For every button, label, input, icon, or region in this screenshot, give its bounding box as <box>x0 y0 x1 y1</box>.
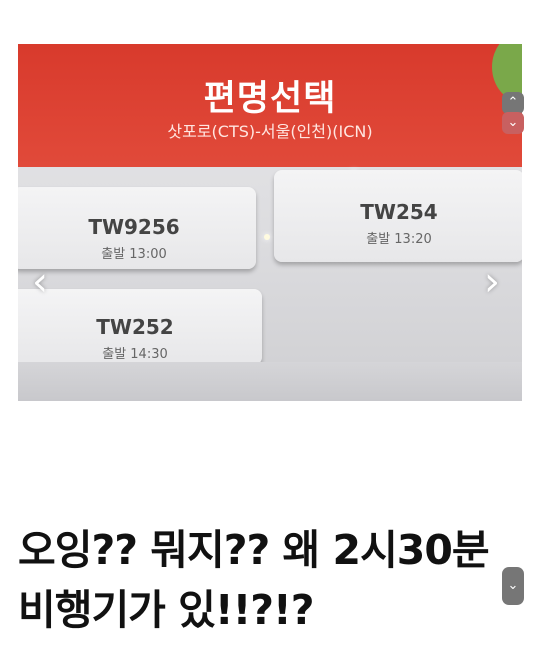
scroll-up-button[interactable]: ⌃ <box>502 92 524 114</box>
chevron-right-icon[interactable]: › <box>484 262 500 302</box>
flight-code: TW9256 <box>88 215 180 239</box>
flight-option-3[interactable]: TW252 출발 14:30 <box>18 289 262 365</box>
chevron-left-icon[interactable]: ‹ <box>32 262 48 302</box>
kiosk-header: 편명선택 삿포로(CTS)-서울(인천)(ICN) <box>18 44 522 167</box>
flight-code: TW254 <box>360 200 438 224</box>
post-text-line-2: 비행기가 있!!?!? <box>18 586 315 634</box>
flight-option-1[interactable]: TW9256 출발 13:00 <box>18 187 256 269</box>
post-text: 오잉?? 뭐지?? 왜 2시30분 비행기가 있!!?!? <box>18 520 528 640</box>
post-text-line-1: 오잉?? 뭐지?? 왜 2시30분 <box>18 526 490 574</box>
kiosk-route: 삿포로(CTS)-서울(인천)(ICN) <box>167 122 373 141</box>
kiosk-title: 편명선택 <box>203 79 337 119</box>
scroll-down-button[interactable]: ⌄ <box>502 567 524 605</box>
flight-code: TW252 <box>96 315 174 339</box>
flight-departure: 출발 13:20 <box>366 232 432 247</box>
flight-departure: 출발 13:00 <box>101 247 167 262</box>
kiosk-base <box>18 362 522 401</box>
post-photo: 편명선택 삿포로(CTS)-서울(인천)(ICN) TW9256 출발 13:0… <box>18 44 522 401</box>
flight-option-2[interactable]: TW254 출발 13:20 <box>274 170 522 262</box>
scroll-down-button[interactable]: ⌄ <box>502 112 524 134</box>
flight-departure: 출발 14:30 <box>102 347 168 362</box>
light-reflection <box>264 234 270 240</box>
